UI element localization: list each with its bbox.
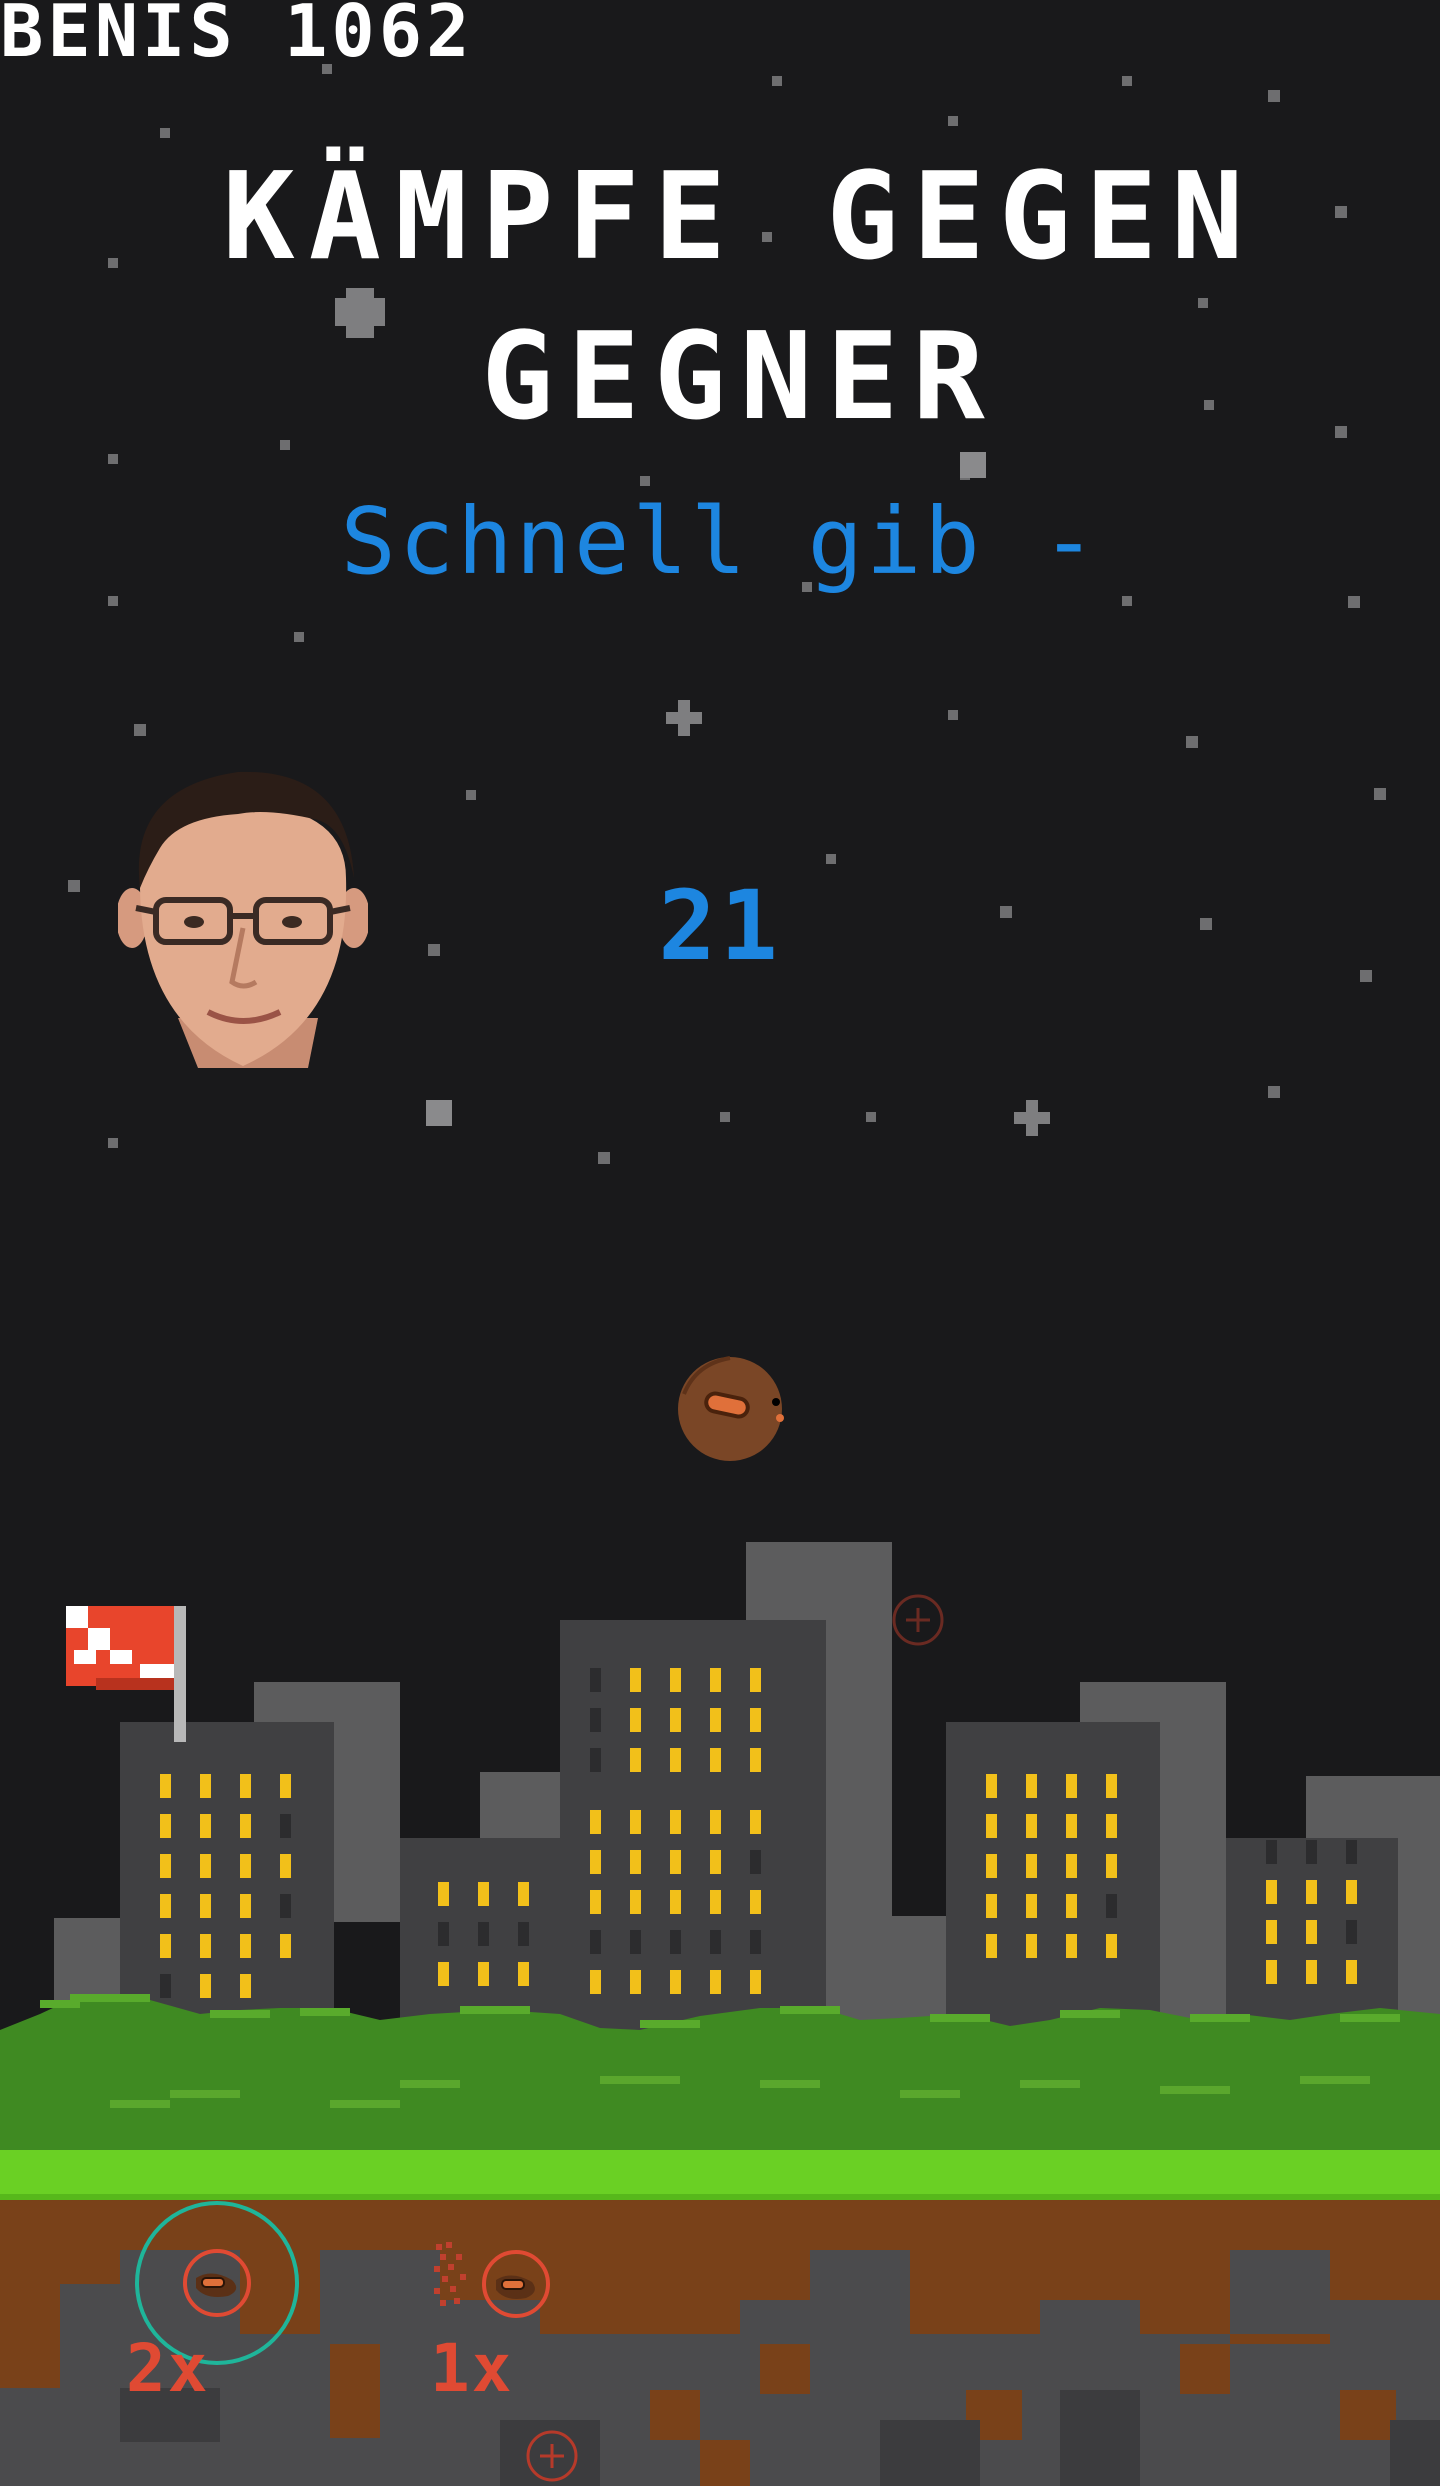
headline-line-1: KÄMPFE GEGEN: [222, 148, 1258, 287]
score-display: BENIS 1062: [0, 0, 474, 73]
headline-line-2: GEGNER: [481, 308, 999, 447]
powerup-count-1: 2x: [126, 2330, 210, 2407]
hit-counter: 21: [658, 870, 782, 982]
flag-icon: [66, 1606, 186, 1742]
crosshair-icon: [526, 2430, 578, 2482]
projectile: [678, 1356, 784, 1461]
game-stage[interactable]: BENIS 1062 KÄMPFE GEGEN GEGNER Schnell g…: [0, 0, 1440, 2486]
prompt-text: Schnell gib -: [340, 488, 1100, 595]
enemy-portrait[interactable]: [118, 768, 368, 1068]
powerup-count-2: 1x: [430, 2330, 514, 2407]
